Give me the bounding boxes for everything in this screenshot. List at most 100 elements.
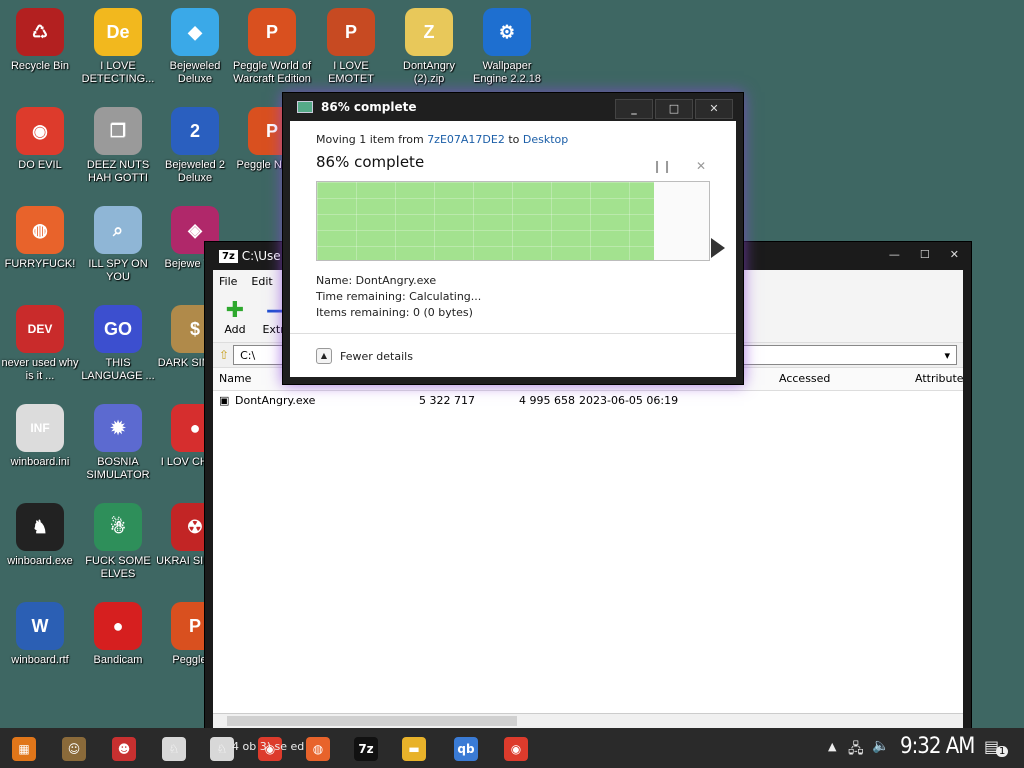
dog-icon[interactable]: ♘ bbox=[162, 737, 186, 761]
file-name: DontAngry.exe bbox=[235, 394, 316, 407]
desktop-icon[interactable]: De I LOVE DETECTING... bbox=[78, 2, 158, 98]
network-spy-icon: ⌕ bbox=[94, 206, 142, 254]
menu-edit[interactable]: Edit bbox=[251, 275, 272, 288]
desktop-icon-label: Bejeweled Deluxe bbox=[169, 60, 221, 85]
desktop-icon[interactable]: ☃ FUCK SOME ELVES bbox=[78, 497, 158, 593]
wallpaper-engine-icon: ⚙ bbox=[483, 8, 531, 56]
close-icon[interactable]: ✕ bbox=[695, 99, 733, 119]
table-row[interactable]: ▣ DontAngry.exe 5 322 717 4 995 658 2023… bbox=[213, 391, 963, 411]
add-icon: ✚ bbox=[225, 298, 245, 323]
desktop-icon[interactable]: ♞ winboard.exe bbox=[0, 497, 80, 593]
desktop-icon[interactable]: P Peggle World of Warcraft Edition bbox=[232, 2, 312, 98]
chevron-up-icon[interactable]: ▲ bbox=[828, 740, 836, 753]
desktop-icon[interactable]: 2 Bejeweled 2 Deluxe bbox=[155, 101, 235, 197]
time-remaining-line: Time remaining: Calculating... bbox=[316, 290, 482, 303]
desktop-icon-label: Recycle Bin bbox=[10, 60, 70, 72]
scrollbar-thumb[interactable] bbox=[227, 716, 517, 726]
desktop-icon[interactable]: ◆ Bejeweled Deluxe bbox=[155, 2, 235, 98]
desktop-icon-label: DEEZ NUTS HAH GOTTI bbox=[86, 159, 150, 184]
desktop-icon-label: winboard.ini bbox=[10, 456, 70, 468]
bejeweled2-icon: 2 bbox=[171, 107, 219, 155]
desktop-icon[interactable]: ✹ BOSNIA SIMULATOR bbox=[78, 398, 158, 494]
destination-link[interactable]: Desktop bbox=[523, 133, 568, 146]
volume-icon[interactable]: 🔈 bbox=[872, 738, 889, 754]
network-icon[interactable]: 🖧 bbox=[848, 738, 864, 762]
dialog-title-bar[interactable]: 86% complete _ □ ✕ bbox=[283, 93, 743, 121]
chevron-up-icon: ▲ bbox=[316, 348, 332, 364]
firefox-icon[interactable]: ◍ bbox=[306, 737, 330, 761]
desktop-icon[interactable]: ⌕ ILL SPY ON YOU bbox=[78, 200, 158, 296]
up-folder-icon[interactable]: ⇧ bbox=[219, 348, 229, 362]
start-flag-icon[interactable]: ▦ bbox=[12, 737, 36, 761]
desktop-icon-label: BOSNIA SIMULATOR bbox=[86, 456, 150, 481]
file-modified: 2023-06-05 06:19 bbox=[579, 394, 679, 407]
game-character-icon[interactable]: ☺ bbox=[62, 737, 86, 761]
chevron-down-icon[interactable]: ▾ bbox=[944, 349, 950, 362]
7zip-window-title: C:\Use bbox=[241, 249, 281, 263]
qbittorrent-icon[interactable]: qb bbox=[454, 737, 478, 761]
mouse-cursor-icon bbox=[711, 238, 725, 258]
source-link[interactable]: 7zE07A17DE2 bbox=[427, 133, 505, 146]
desktop-icon[interactable]: DEV never used why is it ... bbox=[0, 299, 80, 395]
progress-heading: 86% complete bbox=[316, 153, 425, 171]
pause-icon[interactable]: ❙❙ bbox=[652, 159, 672, 173]
close-icon[interactable]: ✕ bbox=[950, 248, 959, 261]
powerpoint-icon: P bbox=[327, 8, 375, 56]
chrome-icon-2[interactable]: ◉ bbox=[504, 737, 528, 761]
cancel-icon[interactable]: ✕ bbox=[696, 159, 706, 173]
devcpp-icon: DEV bbox=[16, 305, 64, 353]
desktop-icon-label: Peggle World of Warcraft Edition bbox=[232, 60, 312, 85]
column-attribute[interactable]: Attribute bbox=[915, 372, 964, 385]
desktop-icon[interactable]: INF winboard.ini bbox=[0, 398, 80, 494]
desktop-icon[interactable]: ♺ Recycle Bin bbox=[0, 2, 80, 98]
exe-file-icon: ▣ bbox=[219, 394, 230, 407]
desktop-icon[interactable]: Z DontAngry (2).zip bbox=[389, 2, 469, 98]
horizontal-scrollbar[interactable] bbox=[213, 713, 963, 728]
dialog-body: Moving 1 item from 7zE07A17DE2 to Deskto… bbox=[290, 121, 736, 377]
zip-folder-icon: Z bbox=[405, 8, 453, 56]
desktop-icon[interactable]: ● Bandicam bbox=[78, 596, 158, 692]
file-explorer-icon[interactable]: ▬ bbox=[402, 737, 426, 761]
desktop-icon[interactable]: ❐ DEEZ NUTS HAH GOTTI bbox=[78, 101, 158, 197]
desktop-icon-label: I LOVE DETECTING... bbox=[81, 60, 155, 85]
desktop-icon-label: THIS LANGUAGE ... bbox=[81, 357, 155, 382]
desktop-icon-label: DontAngry (2).zip bbox=[403, 60, 455, 85]
red-face-icon[interactable]: ☻ bbox=[112, 737, 136, 761]
divider bbox=[290, 333, 736, 334]
word-doc-icon: W bbox=[16, 602, 64, 650]
desktop-icon[interactable]: ⚙ Wallpaper Engine 2.2.18 bbox=[467, 2, 547, 98]
file-move-icon bbox=[297, 101, 313, 113]
desktop-icon-label: winboard.rtf bbox=[11, 654, 69, 666]
desktop-icon[interactable]: Wwinboard.rtf bbox=[0, 596, 80, 692]
desktop-icon-label: FURRYFUCK! bbox=[4, 258, 76, 270]
add-button[interactable]: ✚ Add bbox=[219, 299, 251, 342]
desktop-icon-label: Bandicam bbox=[93, 654, 143, 666]
maximize-icon[interactable]: ☐ bbox=[920, 248, 930, 261]
desktop-icon-label: never used why is it ... bbox=[1, 357, 79, 382]
desktop-icon[interactable]: P I LOVE EMOTET bbox=[311, 2, 391, 98]
moving-summary: Moving 1 item from 7zE07A17DE2 to Deskto… bbox=[316, 133, 569, 146]
bandicam-icon: ● bbox=[94, 602, 142, 650]
desktop-icon-label: I LOVE EMOTET bbox=[328, 60, 374, 85]
column-name[interactable]: Name bbox=[219, 372, 251, 385]
desktop-icon[interactable]: ◍ FURRYFUCK! bbox=[0, 200, 80, 296]
dog-icon-2[interactable]: ♘ bbox=[210, 737, 234, 761]
maximize-icon[interactable]: □ bbox=[655, 99, 693, 119]
minimize-icon[interactable]: _ bbox=[615, 99, 653, 119]
desktop-icon-label: Wallpaper Engine 2.2.18 bbox=[473, 60, 541, 85]
column-accessed[interactable]: Accessed bbox=[779, 372, 830, 385]
file-size: 5 322 717 bbox=[419, 394, 475, 407]
menu-file[interactable]: File bbox=[219, 275, 237, 288]
fewer-details-button[interactable]: ▲ Fewer details bbox=[316, 348, 413, 364]
stacked-windows-icon: ❐ bbox=[94, 107, 142, 155]
desktop-icon[interactable]: ◉ DO EVIL bbox=[0, 101, 80, 197]
progress-dialog[interactable]: 86% complete _ □ ✕ Moving 1 item from 7z… bbox=[282, 92, 744, 385]
chess-knight-icon: ♞ bbox=[16, 503, 64, 551]
taskbar-clock[interactable]: 9:32 AM bbox=[900, 734, 975, 759]
de-app-icon: De bbox=[94, 8, 142, 56]
7zip-icon[interactable]: 7z bbox=[354, 737, 378, 761]
minimize-icon[interactable]: — bbox=[889, 248, 900, 261]
spiked-ball-icon: ✹ bbox=[94, 404, 142, 452]
chrome-icon: ◉ bbox=[16, 107, 64, 155]
desktop-icon[interactable]: GO THIS LANGUAGE ... bbox=[78, 299, 158, 395]
